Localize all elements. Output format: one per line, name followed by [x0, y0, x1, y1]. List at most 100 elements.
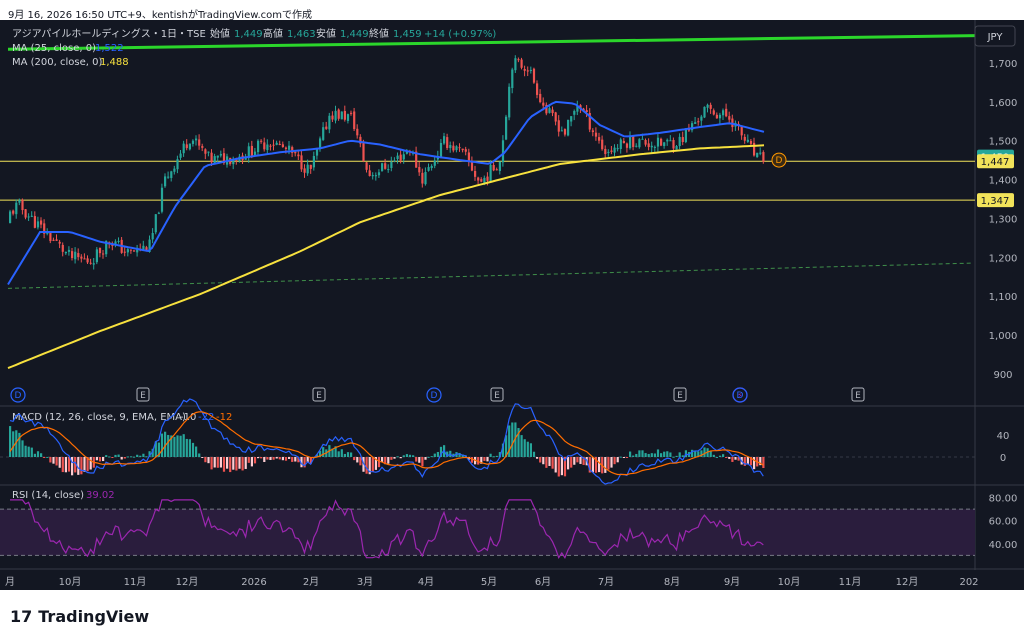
candle	[306, 164, 309, 174]
stock-chart[interactable]: 1,700 1,600 1,500 1,400 1,300 1,200 1,100 1,000…	[0, 20, 1024, 590]
candle	[170, 171, 173, 178]
macd-bar	[247, 457, 250, 463]
candle	[86, 258, 89, 263]
macd-bar	[371, 457, 374, 472]
candle	[176, 159, 179, 170]
candle	[18, 200, 21, 203]
macd-bar	[263, 457, 266, 462]
macd-bar	[105, 455, 108, 457]
earnings-marker-label: E	[316, 391, 322, 401]
candle	[182, 143, 185, 154]
candle	[439, 142, 443, 157]
macd-bar	[495, 455, 498, 457]
macd-bar	[418, 457, 421, 463]
macd-bar	[567, 457, 570, 470]
earnings-marker-label: E	[494, 391, 500, 401]
macd-bar	[145, 456, 148, 458]
macd-bar	[387, 457, 390, 464]
macd-bar	[179, 435, 182, 457]
x-tick-label: 10月	[59, 576, 82, 588]
macd-bar	[622, 457, 625, 458]
x-tick-label: 月	[5, 576, 15, 588]
macd-bar	[284, 457, 288, 461]
candle	[188, 143, 191, 150]
legend-ohlc-label: 安値	[316, 27, 336, 40]
y-tick-label: 900	[993, 370, 1012, 381]
candle	[709, 104, 712, 109]
macd-bar	[43, 457, 46, 458]
macd-bar	[126, 456, 129, 458]
macd-bar	[102, 457, 105, 462]
candle	[164, 176, 167, 187]
macd-bar	[188, 439, 191, 457]
candle	[613, 147, 616, 153]
candle	[492, 164, 495, 171]
macd-bar	[725, 457, 728, 458]
macd-bar	[548, 457, 551, 466]
macd-bar	[64, 457, 67, 473]
macd-bar	[235, 457, 238, 471]
candle	[536, 83, 539, 95]
candle	[284, 147, 288, 149]
candle	[154, 214, 157, 233]
candle	[102, 253, 105, 255]
candle	[58, 241, 61, 244]
candle	[557, 120, 560, 132]
x-tick-label: 8月	[664, 576, 680, 588]
macd-bar	[117, 454, 120, 457]
macd-bar	[616, 457, 619, 463]
candle	[266, 144, 269, 151]
x-tick-label: 7月	[598, 576, 614, 588]
candle	[706, 104, 709, 108]
candle	[675, 146, 678, 150]
candle	[604, 148, 607, 154]
candle	[191, 140, 195, 144]
candle	[594, 132, 598, 137]
macd-bar	[114, 454, 117, 457]
earnings-marker-label: E	[140, 391, 146, 401]
logo-text: TradingView	[38, 607, 150, 626]
candle	[322, 127, 325, 140]
candle	[740, 126, 743, 136]
candle	[700, 116, 703, 121]
candle	[650, 145, 653, 148]
candle	[275, 142, 278, 145]
candle	[684, 129, 687, 143]
macd-bar	[353, 457, 356, 461]
macd-bar	[55, 457, 58, 466]
candle	[64, 251, 67, 254]
macd-bar	[551, 457, 554, 469]
legend-ohlc-value: 1,459	[393, 29, 422, 40]
x-tick-label: 2月	[303, 576, 319, 588]
macd-bar	[492, 456, 495, 458]
macd-bar	[412, 455, 415, 457]
macd-bar	[663, 451, 666, 457]
macd-bar	[405, 454, 408, 457]
candle	[725, 108, 728, 117]
macd-bar	[12, 431, 15, 457]
rsi-y-tick: 40.00	[989, 540, 1018, 551]
macd-bar	[160, 433, 164, 457]
macd-bar	[198, 453, 201, 457]
candle	[309, 164, 312, 169]
macd-bar	[120, 457, 123, 460]
macd-bar	[24, 445, 27, 457]
macd-bar	[40, 453, 43, 457]
macd-bar	[365, 457, 368, 474]
candle	[377, 172, 381, 176]
candle	[694, 122, 697, 124]
candle	[151, 233, 154, 240]
macd-bar	[570, 457, 573, 468]
tradingview-logo: 17 TradingView	[10, 607, 149, 626]
candle	[663, 142, 666, 147]
y-tick-label: 1,400	[989, 176, 1018, 187]
candle	[529, 69, 532, 71]
macd-bar	[607, 457, 610, 470]
macd-bar	[21, 440, 24, 457]
macd-bar	[229, 457, 232, 473]
macd-bar	[111, 457, 114, 458]
candle	[77, 253, 80, 258]
macd-bar	[173, 436, 176, 457]
candle	[346, 114, 350, 121]
macd-bar	[424, 457, 427, 460]
